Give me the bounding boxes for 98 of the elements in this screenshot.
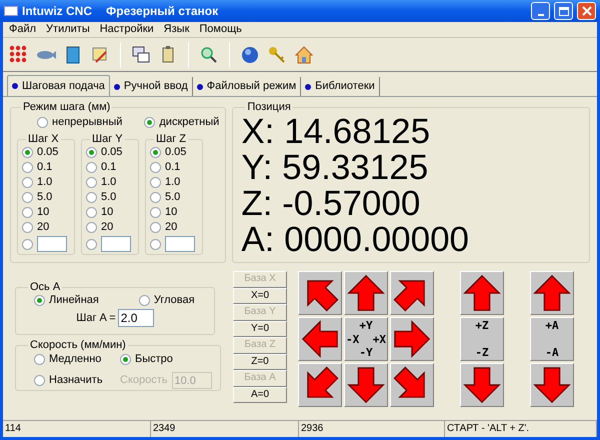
bullet-icon: [305, 84, 312, 90]
group-title: Ось A: [29, 281, 62, 294]
radio-option[interactable]: 10: [86, 206, 138, 219]
jog-button[interactable]: [460, 363, 504, 407]
group-title: Шаг X: [27, 133, 60, 146]
radio-option[interactable]: 10: [22, 206, 74, 219]
plus-x-label: +X: [372, 332, 386, 346]
radio-option[interactable]: 20: [86, 221, 138, 234]
arrow-icon: [533, 366, 571, 404]
window-subtitle: Фрезерный станок: [106, 4, 218, 18]
radio-option[interactable]: 5.0: [86, 191, 138, 204]
group-title: Шаг Z: [155, 133, 187, 146]
radio-option[interactable]: Назначить: [34, 372, 120, 389]
menu-item[interactable]: Файл: [5, 23, 40, 36]
position-readout: Y: 59.33125: [241, 150, 430, 186]
radio-option[interactable]: 1.0: [86, 176, 138, 189]
close-button[interactable]: [577, 2, 596, 20]
close-icon: [582, 6, 592, 16]
minus-label: -A: [545, 346, 559, 359]
radio-option[interactable]: 20: [150, 221, 202, 234]
arrow-icon: [463, 366, 501, 404]
step-label: Шаг A =: [76, 312, 116, 324]
radio-option[interactable]: 0.05: [150, 146, 202, 159]
radio-option[interactable]: 1.0: [22, 176, 74, 189]
axis-button[interactable]: X=0: [233, 288, 287, 304]
jog-button[interactable]: [460, 271, 504, 315]
minus-x-label: -X: [346, 332, 360, 346]
plus-y-label: +Y: [359, 319, 373, 332]
jog-button[interactable]: [530, 363, 574, 407]
app-icon: [4, 6, 18, 16]
status-field: 2936: [299, 421, 445, 437]
jog-button[interactable]: [390, 363, 434, 407]
radio-option[interactable]: 5.0: [22, 191, 74, 204]
bullet-icon: [12, 83, 18, 89]
bullet-icon: [114, 84, 120, 90]
radio-option[interactable]: непрерывный: [37, 116, 122, 129]
radio-option[interactable]: 0.1: [150, 161, 202, 174]
arrow-icon: [347, 274, 385, 312]
menu-item[interactable]: Язык: [160, 23, 194, 36]
step-a-input[interactable]: 2.0: [118, 309, 154, 327]
radio-option[interactable]: 0.05: [86, 146, 138, 159]
position-readout: Z: -0.57000: [241, 186, 422, 222]
tab[interactable]: Шаговая подача: [7, 75, 110, 96]
radio-option[interactable]: Линейная: [34, 294, 99, 307]
jog-button[interactable]: [344, 271, 388, 315]
group-title: Скорость (мм/мин): [29, 339, 127, 352]
radio-option[interactable]: 20: [22, 221, 74, 234]
jog-button[interactable]: [390, 317, 434, 361]
status-field: 2349: [151, 421, 299, 437]
radio-option[interactable]: 10: [150, 206, 202, 219]
jog-button[interactable]: [530, 271, 574, 315]
speed-label: Скорость: [120, 374, 168, 387]
jog-button[interactable]: [298, 363, 342, 407]
status-field: 114: [3, 421, 151, 437]
jog-button[interactable]: [298, 271, 342, 315]
radio-option[interactable]: 5.0: [150, 191, 202, 204]
jog-button[interactable]: [390, 271, 434, 315]
arrow-icon: [347, 366, 385, 404]
step-input[interactable]: [37, 236, 67, 252]
group-title: Режим шага (мм): [22, 101, 112, 114]
axis-button[interactable]: Y=0: [233, 320, 287, 337]
bullet-icon: [196, 84, 203, 90]
arrow-icon: [301, 320, 339, 358]
radio-option[interactable]: дискретный: [144, 116, 220, 129]
position-readout: A: 0000.00000: [241, 222, 470, 258]
arrow-icon: [393, 320, 431, 358]
radio-option[interactable]: Угловая: [138, 294, 195, 307]
jog-button[interactable]: [298, 317, 342, 361]
step-input[interactable]: [101, 236, 131, 252]
group-title: Шаг Y: [91, 133, 124, 146]
step-input[interactable]: [165, 236, 195, 252]
menu-item[interactable]: Утилиты: [42, 23, 94, 36]
arrow-icon: [463, 274, 501, 312]
status-field: СТАРТ - 'ALT + Z'.: [445, 421, 597, 437]
radio-option[interactable]: 0.1: [86, 161, 138, 174]
tab[interactable]: Библиотеки: [301, 77, 380, 96]
radio-option[interactable]: Быстро: [120, 353, 212, 366]
radio-option[interactable]: 1.0: [150, 176, 202, 189]
arrow-icon: [533, 274, 571, 312]
window-title: Intuwiz CNC: [22, 4, 92, 18]
minimize-button[interactable]: [531, 2, 550, 20]
radio-option[interactable]: 0.05: [22, 146, 74, 159]
axis-button[interactable]: Z=0: [233, 354, 287, 370]
group-title: Позиция: [246, 101, 292, 114]
radio-option[interactable]: Медленно: [34, 353, 120, 366]
axis-button[interactable]: A=0: [233, 386, 287, 403]
menu-item[interactable]: Настройки: [96, 23, 158, 36]
tab[interactable]: Файловый режим: [192, 77, 302, 96]
menu-item[interactable]: Помощь: [195, 23, 246, 36]
position-readout: X: 14.68125: [241, 114, 432, 150]
maximize-button[interactable]: [554, 2, 573, 20]
tab[interactable]: Ручной ввод: [110, 77, 193, 96]
plus-label: +Z: [475, 319, 489, 332]
radio-option[interactable]: 0.1: [22, 161, 74, 174]
jog-button[interactable]: [344, 363, 388, 407]
minus-label: -Z: [475, 346, 489, 359]
plus-label: +A: [545, 319, 559, 332]
minus-y-label: -Y: [359, 346, 373, 359]
